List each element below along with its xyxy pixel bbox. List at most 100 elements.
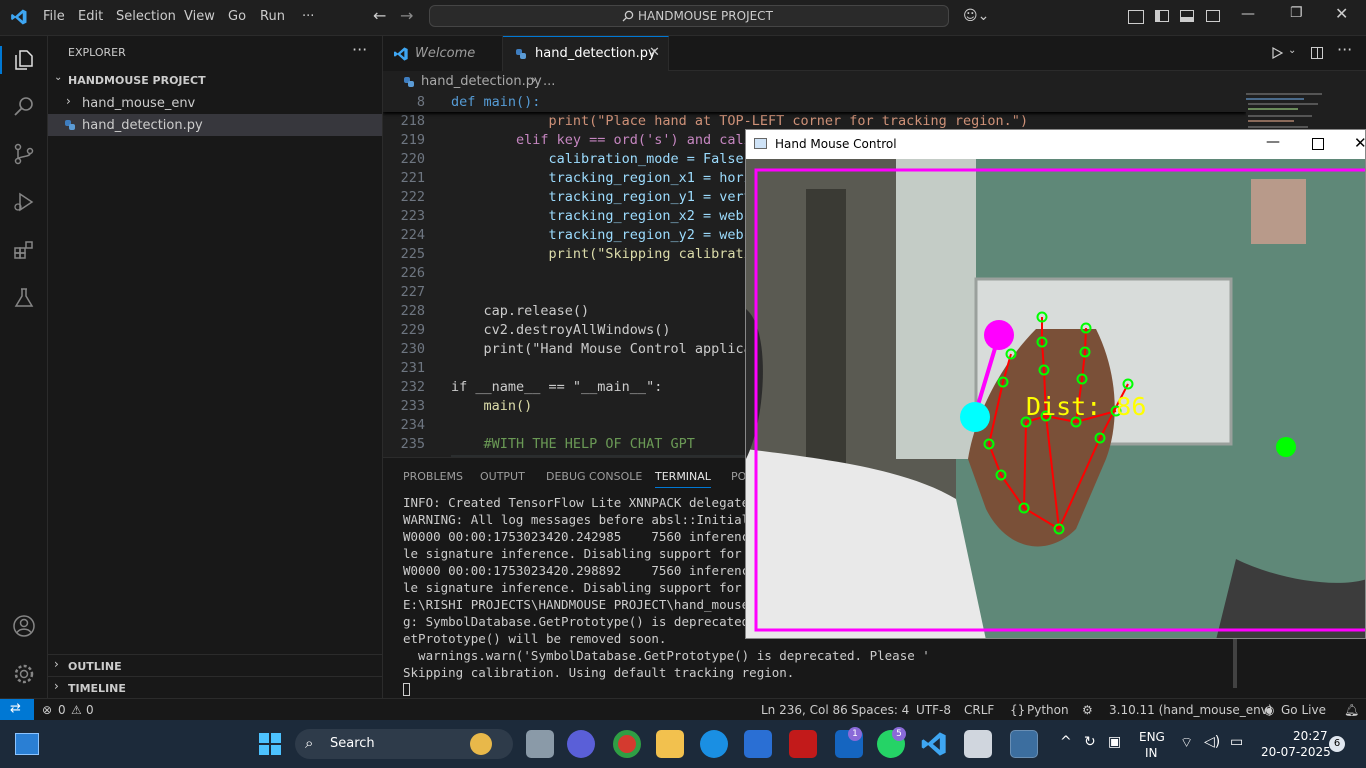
run-file-icon[interactable] bbox=[1271, 47, 1283, 59]
menu-file[interactable]: File bbox=[43, 9, 65, 24]
sticky-scroll[interactable]: 8 def main(): bbox=[383, 93, 1246, 112]
terminal-scrollbar[interactable] bbox=[1233, 636, 1237, 688]
testing-flask-icon[interactable] bbox=[12, 286, 36, 310]
split-editor-icon[interactable] bbox=[1311, 47, 1323, 59]
more-actions-icon[interactable]: ··· bbox=[1337, 40, 1352, 59]
menu-view[interactable]: View bbox=[184, 9, 215, 24]
terminal-line: W0000 00:00:1753023420.298892 7560 infer… bbox=[403, 563, 772, 578]
explorer-files-icon[interactable] bbox=[12, 48, 36, 72]
source-control-icon[interactable] bbox=[12, 142, 36, 166]
broadcast-icon: ◉ bbox=[1264, 703, 1275, 717]
breadcrumb-file[interactable]: hand_detection.py bbox=[421, 74, 542, 89]
breadcrumb-more[interactable]: ... bbox=[543, 74, 555, 89]
volume-icon[interactable]: ◁) bbox=[1204, 734, 1220, 750]
hand-mouse-control-window: Hand Mouse Control — ✕ Dist: 86 bbox=[745, 129, 1366, 639]
account-icon[interactable] bbox=[12, 614, 36, 638]
terminal-line: Skipping calibration. Using default trac… bbox=[403, 665, 795, 680]
line-ending[interactable]: CRLF bbox=[964, 703, 994, 717]
maximize-icon[interactable] bbox=[1312, 138, 1324, 150]
tab-label: hand_detection.py bbox=[535, 46, 656, 61]
more-actions-icon[interactable]: ··· bbox=[352, 40, 367, 59]
python-file-icon bbox=[516, 49, 526, 59]
menu-selection[interactable]: Selection bbox=[116, 9, 176, 24]
tab-welcome[interactable]: Welcome bbox=[383, 36, 503, 71]
windows-start-icon[interactable] bbox=[258, 732, 282, 756]
wifi-icon[interactable]: ⌔ bbox=[1180, 734, 1193, 752]
timeline-section[interactable]: › TIMELINE bbox=[48, 676, 382, 699]
clock-date[interactable]: 20-07-2025 bbox=[1261, 745, 1331, 759]
tree-item-hand-detection[interactable]: hand_detection.py bbox=[48, 114, 382, 136]
terminal-line: INFO: Created TensorFlow Lite XNNPACK de… bbox=[403, 495, 772, 510]
go-live-button[interactable]: Go Live bbox=[1281, 703, 1326, 717]
sync-icon[interactable]: ↻ bbox=[1084, 734, 1096, 750]
battery-icon[interactable]: ▭ bbox=[1230, 734, 1243, 750]
mcafee-icon[interactable] bbox=[789, 730, 817, 758]
input-region[interactable]: IN bbox=[1145, 746, 1158, 760]
snipping-tool-icon[interactable] bbox=[964, 730, 992, 758]
tab-problems[interactable]: PROBLEMS bbox=[403, 470, 463, 483]
chevron-up-icon[interactable]: ^ bbox=[1060, 734, 1072, 750]
store-icon[interactable] bbox=[744, 730, 772, 758]
chevron-down-icon: ⌄ bbox=[54, 72, 63, 83]
remote-indicator[interactable]: ⇄ bbox=[0, 699, 34, 720]
input-language[interactable]: ENG bbox=[1139, 730, 1165, 744]
tab-ports[interactable]: PO bbox=[731, 470, 746, 483]
toggle-sidebar-icon[interactable] bbox=[1155, 10, 1169, 22]
notification-count[interactable]: 6 bbox=[1329, 736, 1345, 752]
run-debug-icon[interactable] bbox=[12, 190, 36, 214]
minimize-icon[interactable]: — bbox=[1241, 6, 1255, 22]
tab-terminal[interactable]: TERMINAL bbox=[655, 470, 711, 488]
meet-icon[interactable] bbox=[567, 730, 595, 758]
layout-customize-icon[interactable] bbox=[1128, 10, 1144, 24]
copilot-icon[interactable]: ☺⌄ bbox=[963, 8, 989, 24]
line-number: 228 bbox=[400, 303, 425, 319]
back-arrow-icon[interactable]: ← bbox=[373, 6, 386, 25]
toggle-secondary-sidebar-icon[interactable] bbox=[1206, 10, 1220, 22]
file-explorer-icon[interactable] bbox=[656, 730, 684, 758]
language-mode[interactable]: Python bbox=[1027, 703, 1069, 717]
close-icon[interactable]: ✕ bbox=[1335, 4, 1348, 23]
tab-hand-detection[interactable]: hand_detection.py ✕ bbox=[503, 36, 669, 71]
clock-time[interactable]: 20:27 bbox=[1293, 729, 1328, 743]
menu-more[interactable]: ··· bbox=[302, 9, 314, 24]
outline-section[interactable]: › OUTLINE bbox=[48, 654, 382, 677]
tab-debug-console[interactable]: DEBUG CONSOLE bbox=[546, 470, 642, 483]
minimize-icon[interactable]: — bbox=[1266, 134, 1280, 150]
explorer-root-folder[interactable]: ⌄ HANDMOUSE PROJECT bbox=[48, 70, 382, 92]
python-taskbar-icon[interactable] bbox=[1010, 730, 1038, 758]
run-dropdown-icon[interactable]: ⌄ bbox=[1288, 45, 1296, 56]
indentation[interactable]: Spaces: 4 bbox=[851, 703, 909, 717]
forward-arrow-icon[interactable]: → bbox=[400, 6, 413, 25]
widgets-icon[interactable] bbox=[15, 733, 39, 755]
terminal-line: g: SymbolDatabase.GetPrototype() is depr… bbox=[403, 614, 772, 629]
command-center-search[interactable]: HANDMOUSE PROJECT bbox=[429, 5, 949, 27]
warnings-count[interactable]: 0 bbox=[86, 703, 94, 717]
task-view-icon[interactable] bbox=[526, 730, 554, 758]
menu-go[interactable]: Go bbox=[228, 9, 246, 24]
chrome-icon[interactable] bbox=[613, 730, 641, 758]
notifications-bell-icon[interactable]: 🔔︎ bbox=[1344, 703, 1359, 717]
extensions-icon[interactable] bbox=[12, 238, 36, 262]
cursor-position[interactable]: Ln 236, Col 86 bbox=[761, 703, 848, 717]
menu-edit[interactable]: Edit bbox=[78, 9, 103, 24]
toggle-panel-icon[interactable] bbox=[1180, 10, 1194, 22]
vscode-taskbar-icon[interactable] bbox=[920, 730, 948, 758]
chevron-right-icon: › bbox=[54, 657, 59, 671]
restore-icon[interactable]: ❐ bbox=[1290, 5, 1303, 21]
python-interpreter[interactable]: 3.10.11 (hand_mouse_env) bbox=[1109, 703, 1273, 717]
line-number: 222 bbox=[400, 189, 425, 205]
encoding[interactable]: UTF-8 bbox=[916, 703, 951, 717]
line-number: 218 bbox=[400, 113, 425, 129]
tree-item-hand-mouse-env[interactable]: › hand_mouse_env bbox=[48, 92, 382, 114]
close-icon[interactable]: ✕ bbox=[1354, 134, 1365, 152]
settings-gear-icon[interactable] bbox=[12, 662, 36, 686]
window-title-bar[interactable]: Hand Mouse Control — ✕ bbox=[746, 130, 1365, 159]
tray-app-icon[interactable]: ▣ bbox=[1108, 734, 1121, 750]
close-tab-icon[interactable]: ✕ bbox=[649, 45, 660, 60]
taskbar-search[interactable]: ⌕ Search bbox=[295, 729, 513, 759]
tab-output[interactable]: OUTPUT bbox=[480, 470, 525, 483]
edge-icon[interactable] bbox=[700, 730, 728, 758]
errors-count[interactable]: 0 bbox=[58, 703, 66, 717]
search-icon[interactable] bbox=[12, 94, 36, 118]
menu-run[interactable]: Run bbox=[260, 9, 285, 24]
